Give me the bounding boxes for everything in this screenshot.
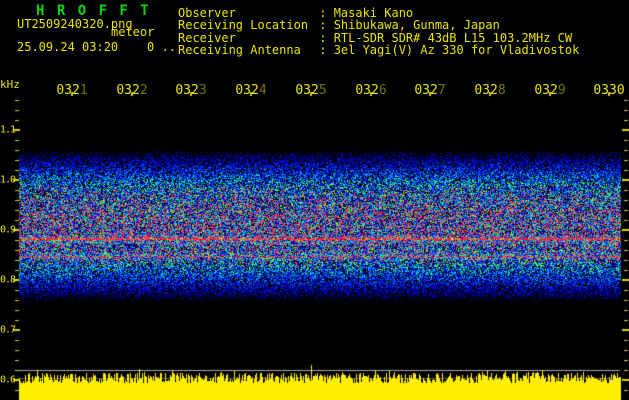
freq-tick-label: 0.6 [0,374,16,386]
time-tick-label: 0330 [593,83,625,98]
time-tick-label: 0323 [175,83,207,98]
freq-tick-label: 0.7 [0,324,16,336]
freq-tick-label: 1.1 [0,124,16,136]
freq-tick-label: 0.8 [0,274,16,286]
freq-axis-unit-label: kHz [0,78,20,91]
separator: : [312,18,334,33]
time-tick-label: 0322 [116,83,148,98]
time-tick-label: 0328 [474,83,506,98]
datetime-count-label: 25.09.24 03:20 0 .. [17,40,176,54]
spectrogram-canvas [0,0,629,400]
hrofft-screen: H R O F F T UT2509240320.png meteor 25.0… [0,0,629,400]
time-tick-label: 0325 [295,83,327,98]
separator: : [312,43,334,58]
time-tick-label: 0326 [355,83,387,98]
time-tick-label: 0324 [235,83,267,98]
time-tick-label: 0329 [534,83,566,98]
station-label: Receiving Location [178,18,309,33]
station-row-location: Receiving Location : Shibukawa, Gunma, J… [178,18,579,33]
station-value: Shibukawa, Gunma, Japan [333,18,500,33]
freq-tick-label: 0.9 [0,224,16,236]
time-tick-label: 0321 [56,83,88,98]
station-value: 3el Yagi(V) Az 330 for Vladivostok [333,43,580,58]
station-row-antenna: Receiving Antenna : 3el Yagi(V) Az 330 f… [178,43,580,58]
station-label: Receiving Antenna [178,43,301,58]
freq-tick-label: 1.0 [0,174,16,186]
time-tick-label: 0327 [414,83,446,98]
station-info: Observer : Masaki Kano Receiving Locatio… [178,7,579,57]
observation-mode-label: meteor [111,25,155,39]
